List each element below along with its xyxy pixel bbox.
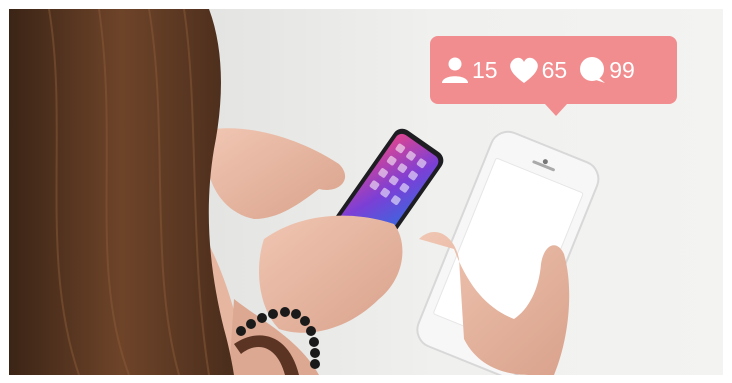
hair <box>9 9 234 375</box>
likes-count: 65 <box>541 56 568 83</box>
social-notification-badge: 15 65 99 <box>430 36 677 116</box>
followers-stat: 15 <box>440 55 498 85</box>
comment-bubble-icon <box>577 55 607 85</box>
person-icon <box>440 55 470 85</box>
photo-scene: 15 65 99 <box>9 9 723 375</box>
upper-left-hand <box>209 128 346 219</box>
comments-stat: 99 <box>577 55 635 85</box>
followers-count: 15 <box>472 56 498 83</box>
comments-count: 99 <box>609 56 635 83</box>
heart-icon <box>508 55 540 85</box>
likes-stat: 65 <box>508 55 568 85</box>
lower-left-hand <box>259 215 403 333</box>
